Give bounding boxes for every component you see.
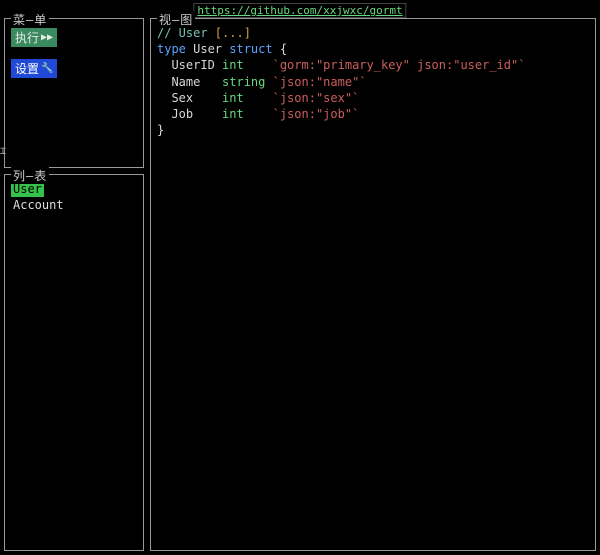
settings-button-label: 设置	[15, 60, 39, 77]
view-panel: 视—图 // User [...]type User struct { User…	[150, 18, 596, 551]
code-block: // User [...]type User struct { UserID i…	[157, 25, 589, 138]
wrench-icon: 🔧	[41, 64, 53, 74]
cursor-mark-icon: ⌶	[0, 146, 6, 157]
list-item[interactable]: Account	[11, 197, 137, 213]
view-panel-title: 视—图	[157, 11, 195, 28]
repo-url-link[interactable]: https://github.com/xxjwxc/gormt	[193, 3, 406, 18]
settings-button[interactable]: 设置 🔧	[11, 59, 57, 78]
run-button[interactable]: 执行 ▶▶	[11, 28, 57, 47]
list-panel-title: 列—表	[11, 167, 49, 184]
play-icon: ▶▶	[41, 33, 53, 43]
list-container: UserAccount	[11, 181, 137, 213]
list-panel: 列—表 UserAccount	[4, 174, 144, 551]
menu-panel: 菜—单 执行 ▶▶ 设置 🔧	[4, 18, 144, 168]
run-button-label: 执行	[15, 29, 39, 46]
menu-panel-title: 菜—单	[11, 11, 49, 28]
